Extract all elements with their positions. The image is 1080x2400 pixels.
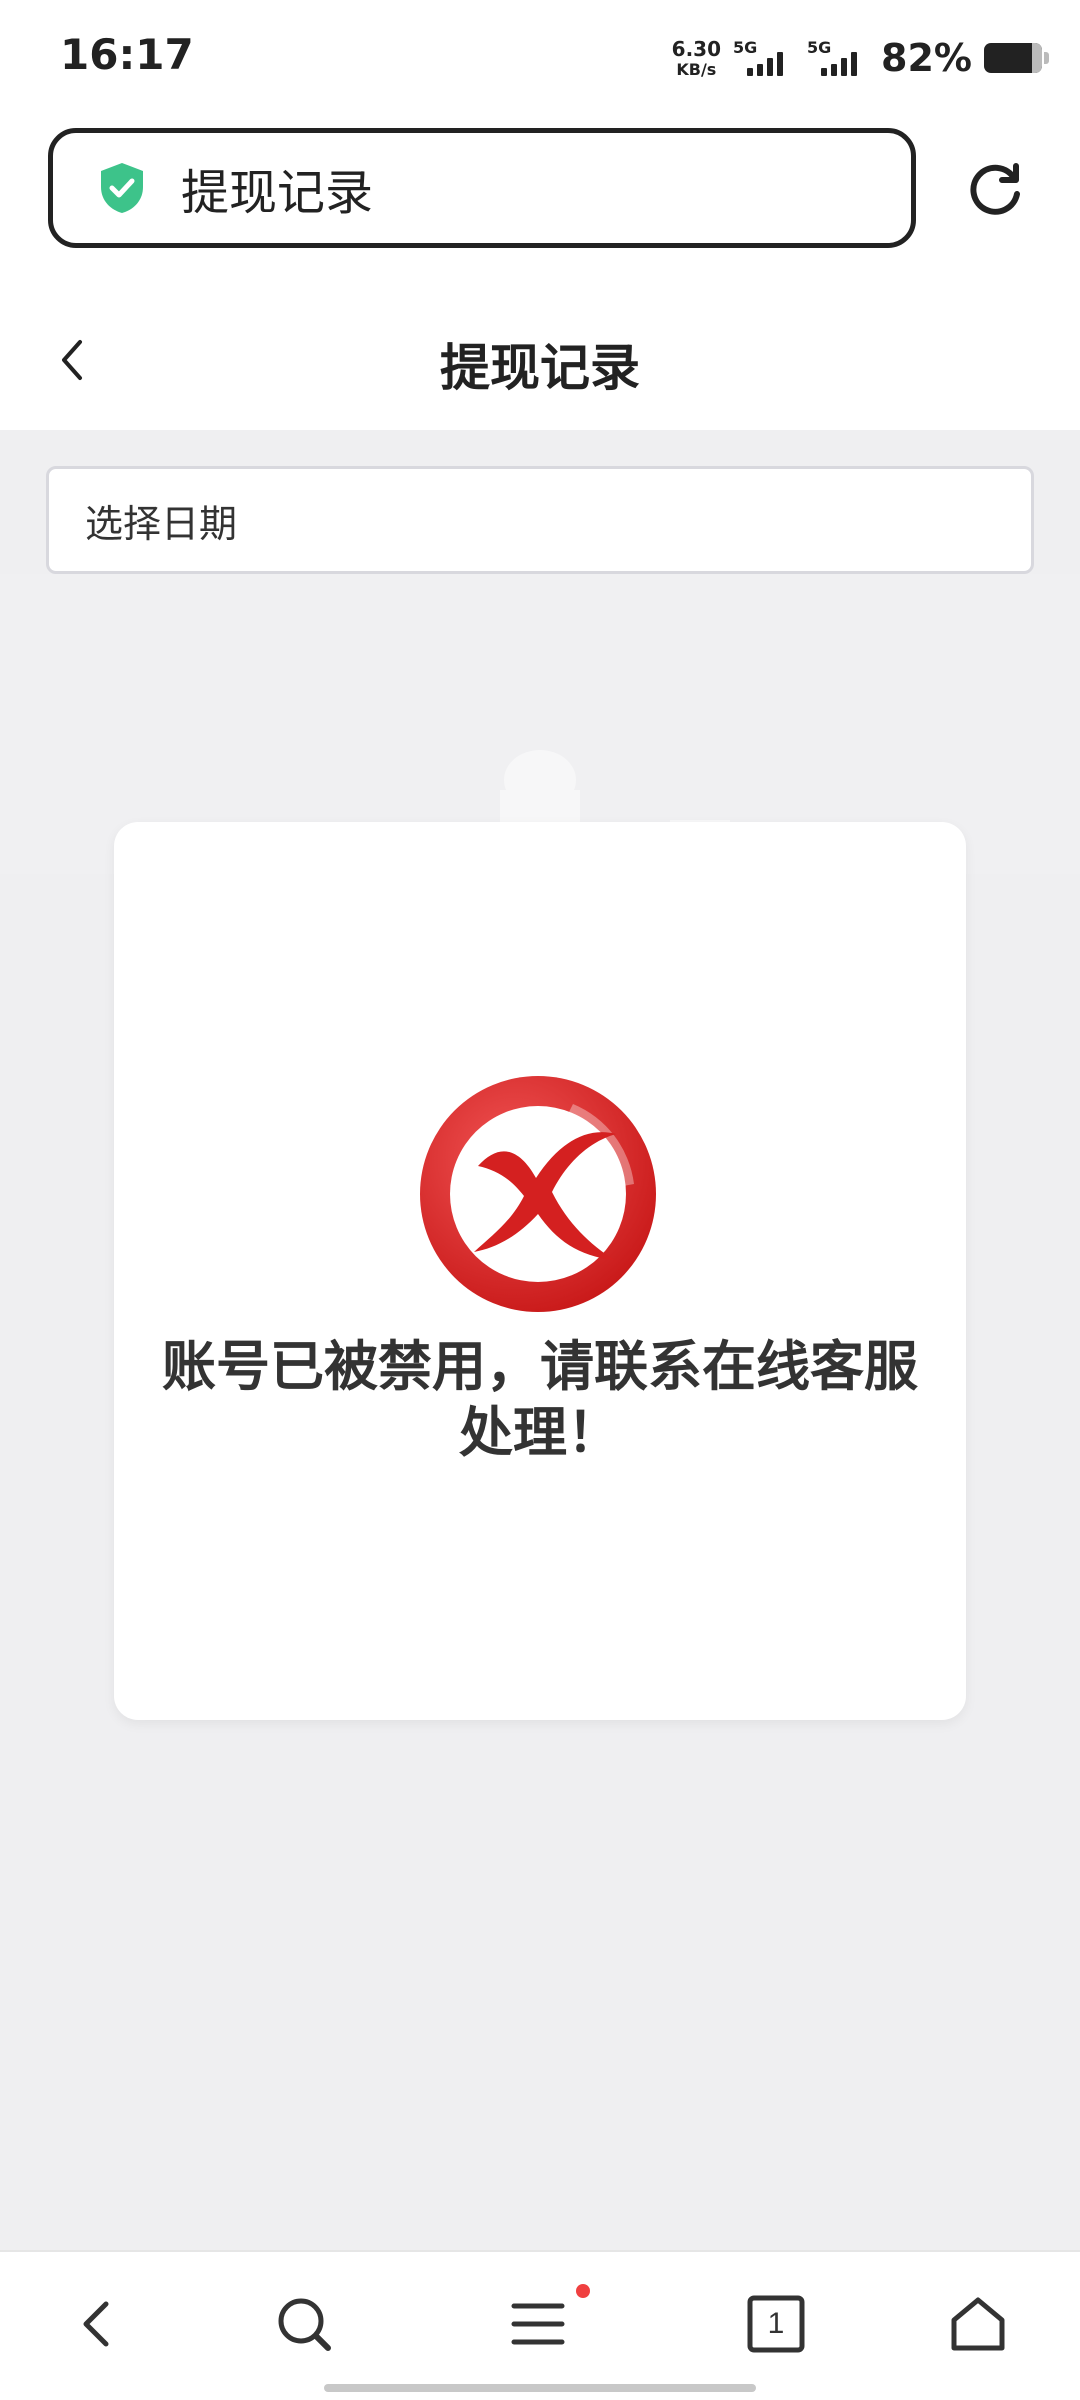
date-picker-placeholder: 选择日期 [85,501,238,546]
address-field[interactable]: 提现记录 [48,128,916,248]
status-time: 16:17 [60,30,194,79]
shield-check-icon [101,163,143,213]
page: 16:17 6.30 KB/s 5G 5G 82% 提现记录 提现记录 选择日期… [0,0,1080,2400]
status-bar: 16:17 6.30 KB/s 5G 5G 82% [0,0,1080,118]
tabs-button[interactable]: 1 [744,2292,808,2356]
address-text: 提现记录 [181,165,374,221]
page-header: 提现记录 [0,278,1080,430]
network-speed-value: 6.30 [671,36,722,61]
battery-icon [984,43,1049,73]
battery-percent: 82% [881,36,972,80]
signal-sim2-icon: 5G [807,36,869,80]
nav-back-icon[interactable] [66,2292,130,2356]
date-picker-field[interactable]: 选择日期 [46,466,1034,574]
menu-icon[interactable] [506,2292,570,2356]
home-icon[interactable] [946,2292,1010,2356]
status-icons: 6.30 KB/s 5G 5G 82% [672,30,1049,86]
network-speed-unit: KB/s [676,59,717,79]
network-speed: 6.30 KB/s [672,39,721,78]
error-dialog: 账号已被禁用，请联系在线客服处理！ [114,822,966,1720]
signal-sim1-icon: 5G [733,36,795,80]
home-indicator[interactable] [324,2384,756,2392]
notification-dot [576,2284,590,2298]
page-title: 提现记录 [440,339,640,397]
error-x-icon [420,1076,656,1312]
bottom-navigation: 1 [0,2250,1080,2400]
refresh-icon[interactable] [966,160,1024,218]
browser-url-bar: 提现记录 [0,118,1080,278]
search-icon[interactable] [272,2292,336,2356]
error-message: 账号已被禁用，请联系在线客服处理！ [162,1335,918,1464]
tab-count: 1 [767,2307,785,2340]
